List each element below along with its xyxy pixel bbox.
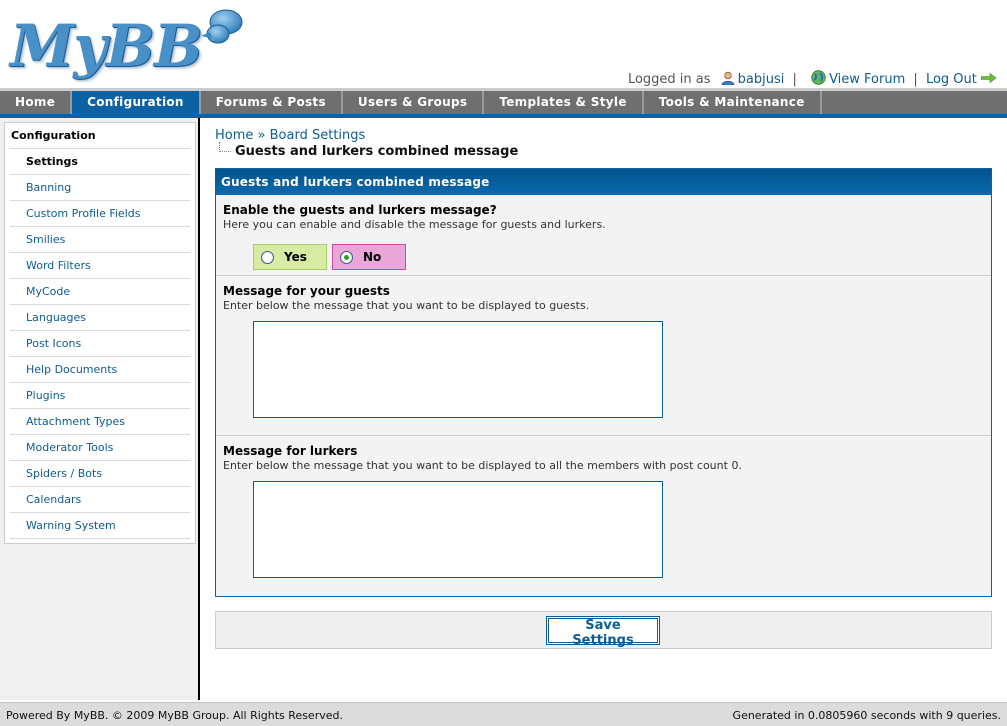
sidebar-item-calendars[interactable]: Calendars [10, 487, 190, 513]
enable-description: Here you can enable and disable the mess… [223, 218, 606, 231]
form-buttons: Save Settings [215, 611, 992, 649]
lurkers-description: Enter below the message that you want to… [223, 459, 742, 472]
logout-link[interactable]: Log Out [926, 72, 997, 87]
settings-panel: Guests and lurkers combined message Enab… [215, 168, 992, 597]
sidebar-title: Configuration [10, 123, 190, 149]
tab-tools-maintenance[interactable]: Tools & Maintenance [644, 91, 822, 114]
guests-description: Enter below the message that you want to… [223, 299, 590, 312]
page-title-text: Guests and lurkers combined message [235, 144, 519, 159]
sidebar-item-warning-system[interactable]: Warning System [10, 513, 190, 539]
setting-row-lurkers: Message for lurkers Enter below the mess… [216, 436, 991, 596]
sidebar-item-word-filters[interactable]: Word Filters [10, 253, 190, 279]
tab-templates-style[interactable]: Templates & Style [484, 91, 644, 114]
enable-label: Enable the guests and lurkers message? [223, 203, 497, 217]
radio-yes[interactable]: Yes [253, 244, 327, 270]
enable-radio-group: Yes No [253, 244, 406, 270]
breadcrumb: Home » Board Settings [215, 128, 365, 143]
logout-label: Log Out [925, 72, 977, 87]
lurkers-message-textarea[interactable] [253, 481, 663, 578]
tab-forums-posts[interactable]: Forums & Posts [201, 91, 343, 114]
setting-row-guests: Message for your guests Enter below the … [216, 276, 991, 436]
main-nav: Home Configuration Forums & Posts Users … [0, 91, 1007, 114]
radio-no-label: No [363, 250, 382, 264]
generation-stats: Generated in 0.0805960 seconds with 9 qu… [732, 709, 1001, 722]
sidebar-item-smilies[interactable]: Smilies [10, 227, 190, 253]
tab-home[interactable]: Home [0, 91, 73, 114]
mybb-logo[interactable]: MyBB [10, 8, 250, 80]
logo-text: MyBB [10, 12, 203, 80]
sidebar-item-post-icons[interactable]: Post Icons [10, 331, 190, 357]
copyright-text: Powered By MyBB. © 2009 MyBB Group. All … [6, 709, 343, 722]
logged-in-label: Logged in as [627, 72, 711, 87]
tab-configuration[interactable]: Configuration [72, 91, 201, 114]
sidebar-menu: Configuration Settings Banning Custom Pr… [4, 122, 196, 544]
globe-icon [811, 70, 826, 89]
breadcrumb-separator: » [257, 128, 266, 143]
separator: | [792, 72, 797, 87]
sidebar-item-plugins[interactable]: Plugins [10, 383, 190, 409]
sidebar-item-mycode[interactable]: MyCode [10, 279, 190, 305]
user-bar: Logged in as babjusi | View Forum | Log … [628, 70, 997, 89]
sidebar-item-banning[interactable]: Banning [10, 175, 190, 201]
tree-connector-icon [219, 142, 231, 152]
sidebar-item-settings[interactable]: Settings [10, 149, 190, 175]
header: MyBB Logged in as babjusi | View Forum |… [0, 0, 1007, 92]
guests-label: Message for your guests [223, 284, 390, 298]
panel-title: Guests and lurkers combined message [216, 169, 991, 195]
tab-users-groups[interactable]: Users & Groups [343, 91, 485, 114]
radio-checked-icon [340, 250, 353, 264]
sidebar-item-custom-profile-fields[interactable]: Custom Profile Fields [10, 201, 190, 227]
view-forum-link[interactable]: View Forum [829, 72, 905, 87]
lurkers-label: Message for lurkers [223, 444, 358, 458]
sidebar: Configuration Settings Banning Custom Pr… [0, 118, 200, 700]
guests-message-textarea[interactable] [253, 321, 663, 418]
sidebar-item-spiders-bots[interactable]: Spiders / Bots [10, 461, 190, 487]
footer: Powered By MyBB. © 2009 MyBB Group. All … [0, 702, 1007, 726]
sidebar-item-attachment-types[interactable]: Attachment Types [10, 409, 190, 435]
sidebar-item-languages[interactable]: Languages [10, 305, 190, 331]
radio-no[interactable]: No [332, 244, 406, 270]
save-settings-button[interactable]: Save Settings [546, 616, 660, 648]
radio-yes-label: Yes [284, 250, 307, 264]
breadcrumb-board-settings[interactable]: Board Settings [270, 128, 366, 143]
user-icon [721, 71, 735, 89]
setting-row-enable: Enable the guests and lurkers message? H… [216, 195, 991, 276]
sidebar-item-moderator-tools[interactable]: Moderator Tools [10, 435, 190, 461]
page-title: Guests and lurkers combined message [219, 142, 518, 159]
username-link[interactable]: babjusi [738, 72, 785, 87]
sidebar-item-help-documents[interactable]: Help Documents [10, 357, 190, 383]
radio-unchecked-icon [261, 250, 274, 264]
separator: | [913, 72, 918, 87]
breadcrumb-home[interactable]: Home [215, 128, 253, 143]
speech-bubble-icon [201, 9, 243, 44]
arrow-right-icon [980, 72, 997, 84]
